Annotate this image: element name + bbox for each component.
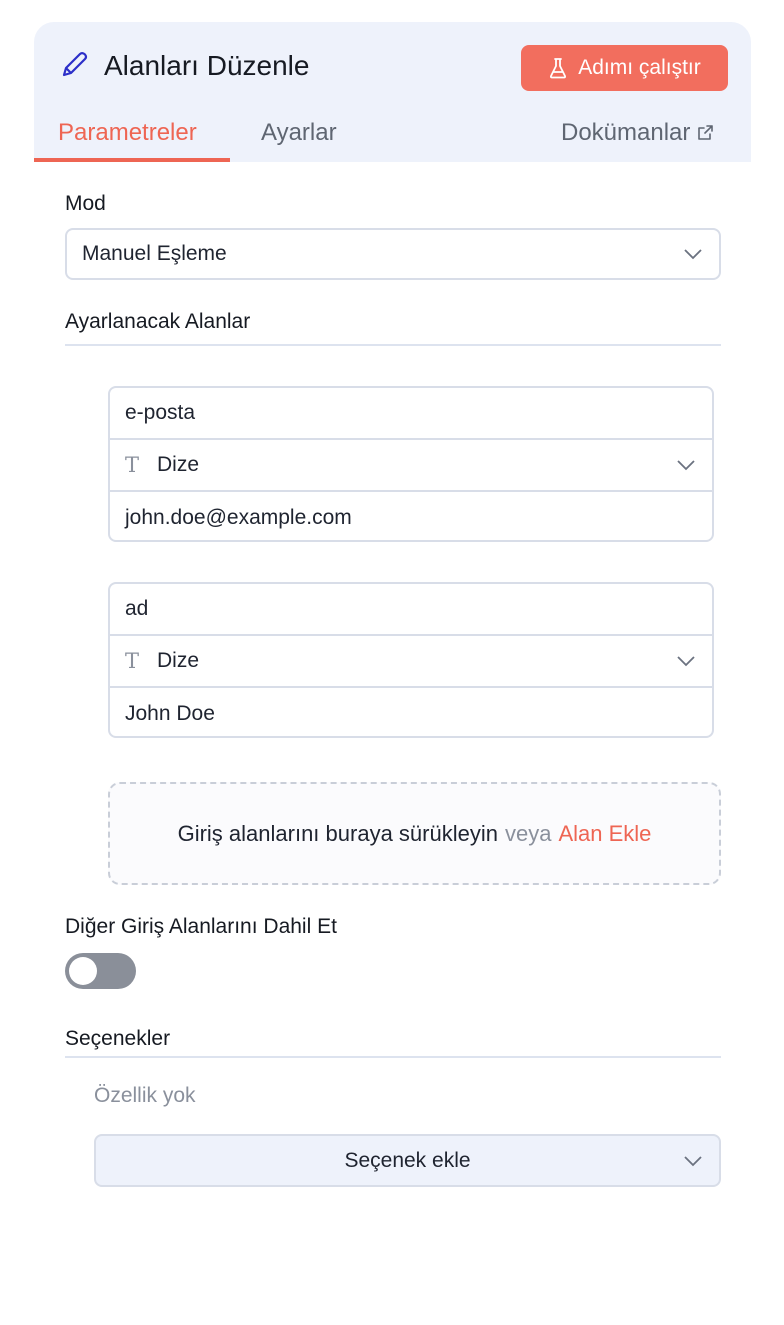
dropzone-text: Giriş alanlarını buraya sürükleyin [177, 820, 498, 846]
page-title: Alanları Düzenle [104, 50, 310, 81]
field-value-input[interactable]: john.doe@example.com [110, 492, 712, 540]
chevron-down-icon [684, 1155, 702, 1166]
run-step-label: Adımı çalıştır [578, 56, 701, 79]
field-name-input[interactable]: ad [110, 584, 712, 636]
mode-select[interactable]: Manuel Eşleme [65, 228, 721, 280]
chevron-down-icon [677, 460, 695, 471]
options-divider [65, 1056, 721, 1058]
chevron-down-icon [684, 249, 702, 260]
add-field-link[interactable]: Alan Ekle [558, 821, 651, 847]
field-card-email: e-posta T Dize john.doe@example.com [108, 386, 714, 542]
tab-docs-label: Dokümanlar [561, 119, 691, 146]
field-type-select[interactable]: T Dize [110, 440, 712, 492]
field-dropzone[interactable]: Giriş alanlarını buraya sürükleyin veya … [108, 782, 721, 885]
tab-parameters[interactable]: Parametreler [58, 118, 197, 148]
field-value-text: John Doe [125, 702, 215, 725]
field-value-input[interactable]: John Doe [110, 688, 712, 736]
chevron-down-icon [677, 656, 695, 667]
field-name-input[interactable]: e-posta [110, 388, 712, 440]
text-type-icon: T [125, 453, 140, 477]
tab-settings[interactable]: Ayarlar [261, 118, 337, 148]
add-option-select[interactable]: Seçenek ekle [94, 1134, 721, 1187]
fields-section-divider [65, 344, 721, 346]
add-option-label: Seçenek ekle [344, 1148, 471, 1172]
active-tab-indicator [34, 158, 230, 162]
field-name-value: ad [125, 597, 149, 620]
field-name-value: e-posta [125, 401, 196, 424]
options-empty-text: Özellik yok [94, 1084, 196, 1107]
field-card-name: ad T Dize John Doe [108, 582, 714, 738]
panel-header: Alanları Düzenle Adımı çalıştır Parametr… [34, 22, 751, 162]
field-type-select[interactable]: T Dize [110, 636, 712, 688]
text-type-icon: T [125, 649, 140, 673]
dropzone-or: veya [504, 820, 552, 846]
mode-value: Manuel Eşleme [82, 242, 227, 265]
include-other-toggle[interactable] [65, 953, 136, 989]
flask-icon [550, 58, 567, 79]
include-other-label: Diğer Giriş Alanlarını Dahil Et [65, 915, 337, 938]
field-type-value: Dize [157, 453, 200, 476]
toggle-knob [69, 957, 97, 985]
tab-docs[interactable]: Dokümanlar [561, 118, 714, 148]
external-link-icon [698, 125, 714, 140]
run-step-button[interactable]: Adımı çalıştır [521, 45, 728, 91]
field-value-text: john.doe@example.com [125, 506, 352, 529]
fields-section-label: Ayarlanacak Alanlar [65, 310, 251, 333]
options-label: Seçenekler [65, 1027, 171, 1050]
mode-label: Mod [65, 192, 106, 215]
field-type-value: Dize [157, 649, 200, 672]
pencil-icon [62, 52, 88, 77]
